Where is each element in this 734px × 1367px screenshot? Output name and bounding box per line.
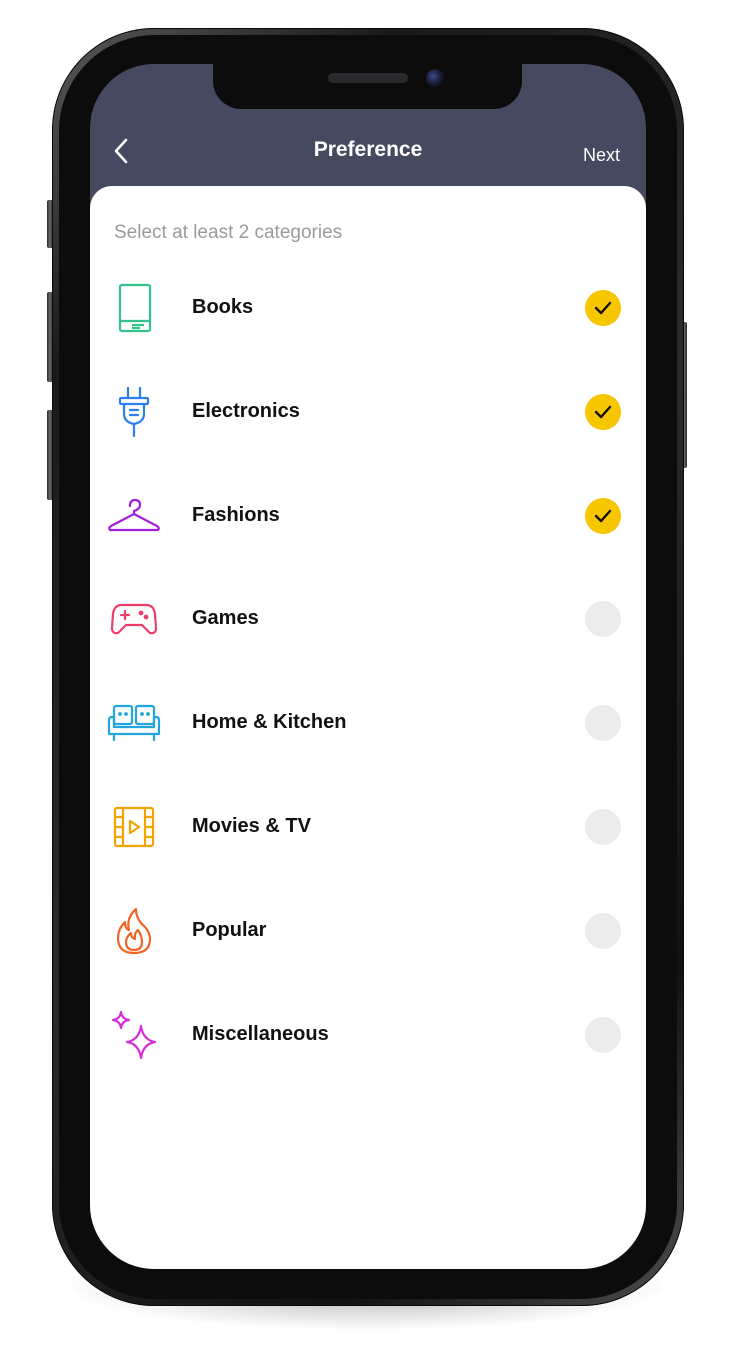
category-item-games[interactable]: Games (90, 567, 646, 671)
sparkles-icon (106, 1007, 162, 1063)
check-icon (594, 405, 612, 418)
gamepad-icon (106, 591, 162, 647)
category-label: Miscellaneous (192, 1022, 329, 1045)
category-label: Home & Kitchen (192, 711, 347, 734)
plug-icon (106, 384, 162, 440)
category-item-popular[interactable]: Popular (90, 879, 646, 983)
flame-icon (106, 903, 162, 959)
category-item-books[interactable]: Books (90, 256, 646, 360)
category-label: Books (192, 296, 254, 318)
category-label: Fashions (192, 503, 280, 526)
hanger-icon (106, 488, 162, 544)
category-item-movies-tv[interactable]: Movies & TV (90, 775, 646, 879)
next-button[interactable]: Next (583, 145, 620, 166)
category-label: Movies & TV (192, 814, 311, 837)
content-card: Select at least 2 categories Books Elect… (90, 186, 646, 1269)
category-item-electronics[interactable]: Electronics (90, 360, 646, 464)
sofa-icon (106, 695, 162, 751)
category-label: Electronics (192, 399, 300, 422)
category-item-fashions[interactable]: Fashions (90, 464, 646, 568)
film-icon (106, 799, 162, 855)
category-item-miscellaneous[interactable]: Miscellaneous (90, 983, 646, 1087)
category-checkbox[interactable] (585, 601, 621, 638)
category-checkbox[interactable] (585, 705, 621, 742)
category-checkbox[interactable] (585, 808, 621, 845)
category-checkbox[interactable] (585, 497, 621, 534)
instruction-text: Select at least 2 categories (114, 222, 343, 243)
check-icon (594, 301, 612, 315)
category-checkbox[interactable] (585, 1016, 621, 1053)
page-title: Preference (313, 138, 423, 161)
category-list: Books Electronics Fashions Games Home & … (90, 256, 646, 1086)
category-checkbox[interactable] (585, 393, 621, 430)
earpiece-speaker (328, 73, 408, 83)
category-checkbox[interactable] (585, 290, 621, 326)
category-checkbox[interactable] (585, 912, 621, 949)
book-icon (106, 280, 162, 336)
category-label: Popular (192, 918, 267, 941)
check-icon (594, 509, 612, 522)
notch (213, 62, 522, 109)
phone-mockup: Preference Next Select at least 2 catego… (0, 0, 734, 1367)
app-screen: Preference Next Select at least 2 catego… (90, 64, 646, 1269)
category-item-home-kitchen[interactable]: Home & Kitchen (90, 671, 646, 775)
front-camera (426, 69, 444, 87)
category-label: Games (192, 607, 259, 630)
